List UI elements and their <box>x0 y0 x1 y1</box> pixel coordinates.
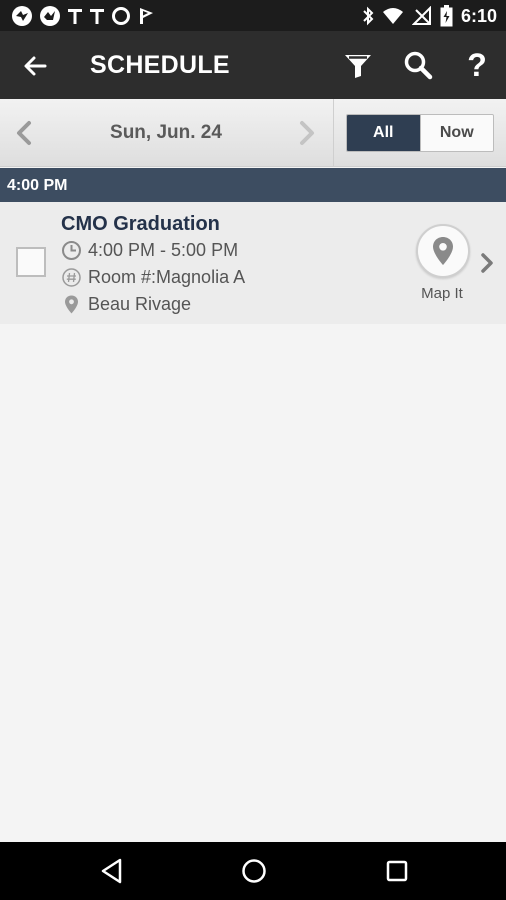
event-row[interactable]: CMO Graduation 4:00 PM - 5:00 PM Room #:… <box>0 202 506 324</box>
app-notification-icon <box>12 6 32 26</box>
hash-icon <box>62 268 81 287</box>
view-filter-toggle: All Now <box>346 114 494 152</box>
segment-now[interactable]: Now <box>419 115 493 151</box>
clock-time: 6:10 <box>460 5 497 26</box>
next-day-icon[interactable] <box>295 119 319 147</box>
status-right-icons: 6:10 <box>362 4 497 28</box>
nav-back-icon[interactable] <box>97 856 127 886</box>
help-button[interactable]: ? <box>459 47 495 83</box>
bluetooth-icon <box>363 6 374 26</box>
map-it-button[interactable]: Map It <box>413 224 471 304</box>
circle-icon <box>112 7 130 25</box>
segment-all[interactable]: All <box>347 115 420 151</box>
location-pin-icon <box>65 295 78 314</box>
status-left-icons <box>11 4 157 28</box>
flag-icon <box>140 8 153 24</box>
search-button[interactable] <box>400 47 436 83</box>
event-title: CMO Graduation <box>61 213 220 235</box>
t-icon <box>90 9 104 24</box>
chevron-right-icon[interactable] <box>478 250 496 276</box>
battery-icon <box>440 5 453 27</box>
map-pin-icon <box>433 237 453 265</box>
previous-day-icon[interactable] <box>12 119 36 147</box>
divider <box>333 99 334 167</box>
nav-home-icon[interactable] <box>239 856 269 886</box>
event-time: 4:00 PM - 5:00 PM <box>61 240 238 261</box>
back-icon[interactable] <box>18 49 52 83</box>
system-nav-bar <box>0 842 506 900</box>
t-icon <box>68 9 82 24</box>
page-title: SCHEDULE <box>90 51 230 79</box>
wifi-icon <box>382 8 403 24</box>
event-venue-text: Beau Rivage <box>88 294 192 314</box>
map-circle <box>416 224 470 278</box>
time-section-header: 4:00 PM <box>0 168 506 202</box>
no-signal-icon <box>411 6 431 25</box>
clock-icon <box>62 241 81 260</box>
event-room-text: Room #:Magnolia A <box>88 267 246 287</box>
current-date: Sun, Jun. 24 <box>110 122 222 143</box>
help-icon: ? <box>467 46 487 83</box>
app-bar: SCHEDULE ? <box>0 31 506 99</box>
add-to-schedule-checkbox[interactable] <box>16 247 46 277</box>
filter-button[interactable] <box>340 47 376 83</box>
filter-icon <box>345 55 371 78</box>
app-notification-icon <box>40 6 60 26</box>
event-room: Room #:Magnolia A <box>61 267 245 288</box>
event-time-range: 4:00 PM - 5:00 PM <box>88 240 239 260</box>
nav-recents-icon[interactable] <box>382 856 412 886</box>
status-bar: 6:10 <box>0 0 506 31</box>
search-icon <box>404 51 433 80</box>
map-it-label: Map It <box>421 285 463 302</box>
event-venue: Beau Rivage <box>61 294 191 315</box>
section-time: 4:00 PM <box>7 177 68 194</box>
